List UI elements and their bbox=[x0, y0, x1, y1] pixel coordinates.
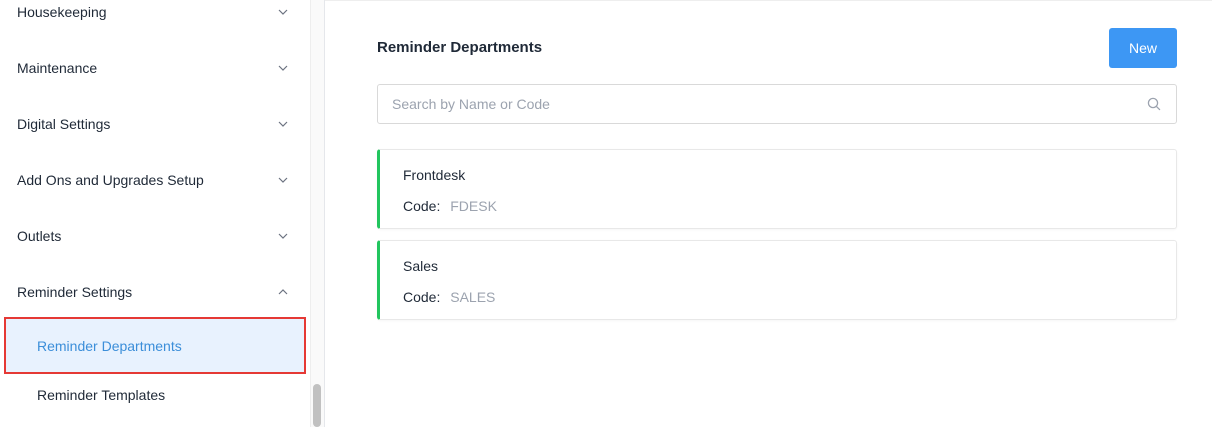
department-code-value: FDESK bbox=[450, 198, 497, 214]
main-content: Reminder Departments New Frontdesk Code:… bbox=[325, 0, 1212, 427]
sidebar-item-reminder-departments[interactable]: Reminder Departments bbox=[4, 317, 306, 374]
sidebar-group-label: Outlets bbox=[17, 228, 62, 244]
sidebar-group-reminder-settings[interactable]: Reminder Settings bbox=[0, 264, 310, 320]
sidebar-item-label: Reminder Templates bbox=[37, 387, 166, 403]
sidebar: Housekeeping Maintenance Digital Setting… bbox=[0, 0, 324, 427]
department-code-label: Code: bbox=[403, 198, 441, 214]
chevron-down-icon bbox=[278, 175, 288, 185]
new-button[interactable]: New bbox=[1109, 28, 1177, 68]
search-input[interactable] bbox=[378, 85, 1146, 123]
sidebar-group-outlets[interactable]: Outlets bbox=[0, 208, 310, 264]
department-card-sales[interactable]: Sales Code: SALES bbox=[377, 240, 1177, 320]
chevron-up-icon bbox=[278, 287, 288, 297]
sidebar-group-label: Digital Settings bbox=[17, 116, 111, 132]
sidebar-scrollbar-track[interactable] bbox=[310, 0, 324, 427]
department-code-row: Code: SALES bbox=[403, 289, 495, 305]
sidebar-scrollbar-thumb[interactable] bbox=[313, 384, 321, 427]
app-window: Housekeeping Maintenance Digital Setting… bbox=[0, 0, 1212, 427]
department-name: Sales bbox=[403, 258, 439, 274]
sidebar-group-housekeeping[interactable]: Housekeeping bbox=[0, 0, 310, 40]
search-icon[interactable] bbox=[1146, 96, 1162, 112]
department-card-frontdesk[interactable]: Frontdesk Code: FDESK bbox=[377, 149, 1177, 229]
department-code-value: SALES bbox=[450, 289, 496, 305]
chevron-down-icon bbox=[278, 7, 288, 17]
chevron-down-icon bbox=[278, 231, 288, 241]
sidebar-group-label: Maintenance bbox=[17, 60, 98, 76]
sidebar-group-label: Add Ons and Upgrades Setup bbox=[17, 172, 204, 188]
sidebar-group-add-ons-upgrades[interactable]: Add Ons and Upgrades Setup bbox=[0, 152, 310, 208]
department-code-row: Code: FDESK bbox=[403, 198, 497, 214]
chevron-down-icon bbox=[278, 119, 288, 129]
search-box bbox=[377, 84, 1177, 124]
sidebar-group-label: Housekeeping bbox=[17, 4, 107, 20]
sidebar-group-maintenance[interactable]: Maintenance bbox=[0, 40, 310, 96]
sidebar-item-reminder-templates[interactable]: Reminder Templates bbox=[4, 368, 306, 422]
department-code-label: Code: bbox=[403, 289, 441, 305]
sidebar-group-label: Reminder Settings bbox=[17, 284, 133, 300]
sidebar-item-label: Reminder Departments bbox=[37, 337, 182, 354]
page-title: Reminder Departments bbox=[377, 39, 543, 56]
department-name: Frontdesk bbox=[403, 167, 466, 183]
sidebar-group-digital-settings[interactable]: Digital Settings bbox=[0, 96, 310, 152]
chevron-down-icon bbox=[278, 63, 288, 73]
